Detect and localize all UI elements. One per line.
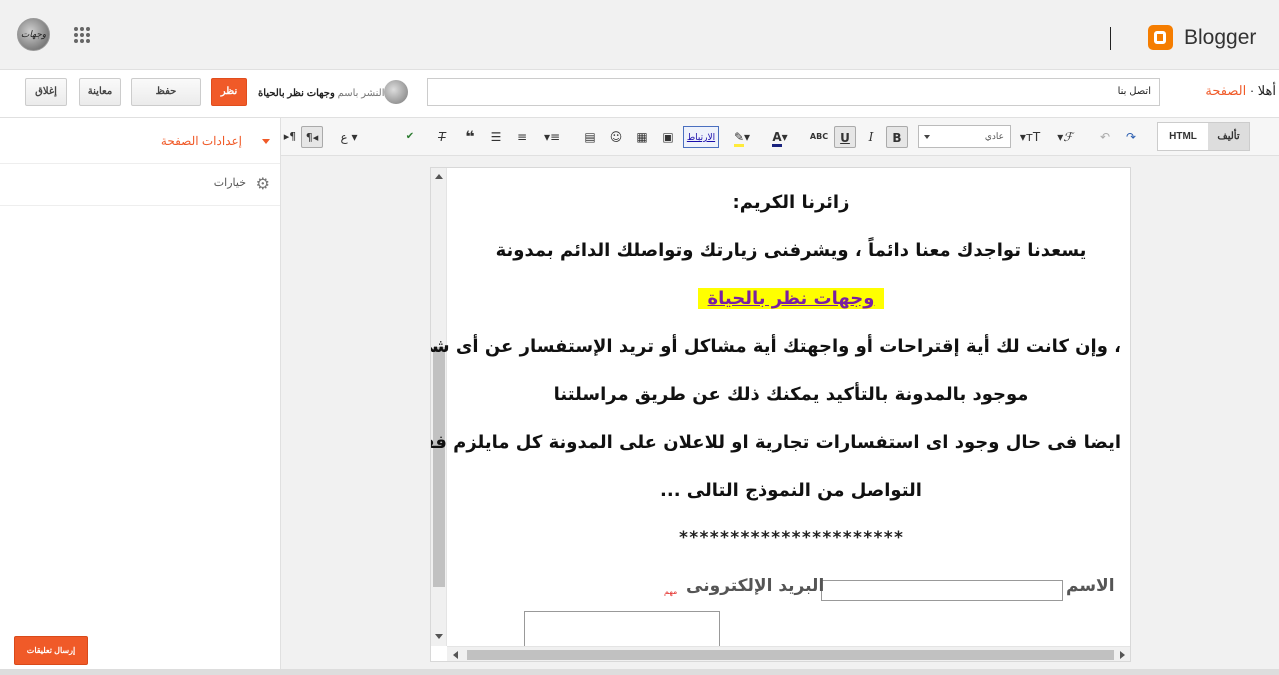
scrollbar-thumb[interactable] (433, 347, 445, 587)
save-button[interactable]: حفظ (131, 78, 201, 106)
ltr-icon[interactable]: ¶◂ (301, 126, 323, 148)
sidebar: إعدادات الصفحة خيارات ⚙ (0, 118, 281, 675)
video-icon[interactable]: ▦ (633, 126, 651, 148)
send-feedback-button[interactable]: إرسال تعليقات (14, 636, 88, 665)
doc-line-welcome[interactable]: يسعدنا تواجدك معنا دائماً ، ويشرفنى زيار… (461, 240, 1121, 261)
link-button[interactable]: الارتباط (683, 126, 719, 148)
hscrollbar-thumb[interactable] (467, 650, 1114, 660)
breadcrumb-greeting: أهلا · (1249, 83, 1276, 98)
bold-icon[interactable]: B (886, 126, 908, 148)
strikethrough-icon[interactable]: ABC (809, 126, 829, 148)
horizontal-scrollbar[interactable] (447, 646, 1130, 661)
blog-name-highlight[interactable]: وجهات نظر بالحياة (697, 288, 885, 309)
doc-stars-divider: ********************** (678, 528, 904, 548)
input-tools-icon[interactable]: ع ▾ (336, 126, 362, 148)
clear-format-icon[interactable]: T̶ (433, 126, 451, 148)
blogger-page-editor: وجهات Blogger إغلاق معاينة حفظ نظر النشر… (0, 0, 1279, 675)
tab-html[interactable]: HTML (1158, 123, 1208, 150)
gear-icon: ⚙ (255, 174, 270, 193)
scroll-down-icon[interactable] (435, 634, 443, 639)
align-icon[interactable]: ▾≡ (539, 126, 565, 148)
publish-prefix: النشر باسم (337, 88, 385, 99)
italic-icon[interactable]: I (861, 126, 881, 148)
blogger-logo-icon[interactable] (1148, 25, 1173, 50)
scroll-left-icon[interactable] (453, 651, 458, 659)
profile-avatar[interactable]: وجهات (17, 18, 50, 51)
vertical-scrollbar[interactable] (431, 168, 447, 646)
font-size-select[interactable]: عادي (918, 125, 1011, 148)
undo-icon[interactable]: ↶ (1096, 126, 1114, 148)
brand-name[interactable]: Blogger (1184, 26, 1256, 50)
options-item[interactable]: خيارات ⚙ (0, 164, 280, 206)
font-size-icon[interactable]: ▾ᴛT (1016, 126, 1044, 148)
breadcrumb-pages-link[interactable]: الصفحة (1205, 83, 1246, 98)
redo-icon[interactable]: ↷ (1122, 126, 1140, 148)
rtl-icon[interactable]: ▸¶ (281, 126, 299, 148)
doc-line-business[interactable]: ايضا فى حال وجود اى استفسارات تجارية او … (431, 432, 1121, 453)
top-bar: وجهات Blogger (0, 0, 1279, 70)
page-settings-toggle[interactable]: إعدادات الصفحة (0, 118, 280, 164)
jump-break-icon[interactable]: ▤ (581, 126, 599, 148)
bulleted-list-icon[interactable]: ☰ (487, 126, 505, 148)
required-indicator: مهم (664, 587, 678, 596)
quote-icon[interactable]: ❝ (461, 126, 479, 148)
caret-down-icon (262, 139, 270, 144)
doc-line-blog-name[interactable]: وجهات نظر بالحياة (461, 288, 1121, 309)
publish-as-label: النشر باسم وجهات نظر بالحياة (258, 88, 385, 99)
name-field[interactable] (821, 580, 1063, 601)
editor-canvas[interactable]: زائرنا الكريم: يسعدنا تواجدك معنا دائماً… (430, 167, 1131, 662)
emoji-icon[interactable]: ☺ (607, 126, 625, 148)
image-icon[interactable]: ▣ (659, 126, 677, 148)
page-settings-label: إعدادات الصفحة (160, 134, 242, 148)
spellcheck-icon[interactable]: ✔ (401, 126, 419, 148)
name-label: الاسم (1066, 576, 1115, 596)
options-label: خيارات (213, 177, 246, 189)
close-button[interactable]: إغلاق (25, 78, 67, 106)
publish-blog-name: وجهات نظر بالحياة (258, 88, 335, 99)
doc-line-greeting[interactable]: زائرنا الكريم: (461, 192, 1121, 213)
bottom-strip (0, 669, 1279, 675)
blog-avatar (384, 80, 408, 104)
underline-icon[interactable]: U (834, 126, 856, 148)
numbered-list-icon[interactable]: ≡ (513, 126, 531, 148)
email-label: البريد الإلكترونى (686, 576, 825, 596)
editor-mode-tabs: HTML تأليف (1157, 122, 1250, 151)
page-title-input[interactable]: اتصل بنا (427, 78, 1160, 106)
tab-compose[interactable]: تأليف (1208, 123, 1249, 150)
doc-line-suggestions[interactable]: ، وإن كانت لك أية إقتراحات أو واجهتك أية… (431, 336, 1121, 357)
font-family-icon[interactable]: ▾ℱ (1051, 126, 1079, 148)
doc-line-form-intro[interactable]: التواصل من النموذج التالى ... (461, 480, 1121, 501)
email-field[interactable] (524, 611, 720, 651)
editor-toolbar: ¶◂ ▸¶ ع ▾ ✔ T̶ ❝ ☰ ≡ ▾≡ ▤ ☺ ▦ ▣ الارتباط… (281, 118, 1279, 156)
publish-button[interactable]: نظر (211, 78, 247, 106)
highlight-icon[interactable]: ✎▾ (729, 126, 755, 148)
apps-grid-icon[interactable] (74, 27, 90, 43)
breadcrumb: أهلا · الصفحة (1168, 83, 1276, 99)
scroll-up-icon[interactable] (435, 174, 443, 179)
preview-button[interactable]: معاينة (79, 78, 121, 106)
doc-line-contact[interactable]: موجود بالمدونة بالتأكيد يمكنك ذلك عن طري… (461, 384, 1121, 405)
scroll-right-icon[interactable] (1120, 651, 1125, 659)
header-divider (1110, 27, 1111, 50)
text-color-icon[interactable]: A▾ (767, 126, 793, 148)
